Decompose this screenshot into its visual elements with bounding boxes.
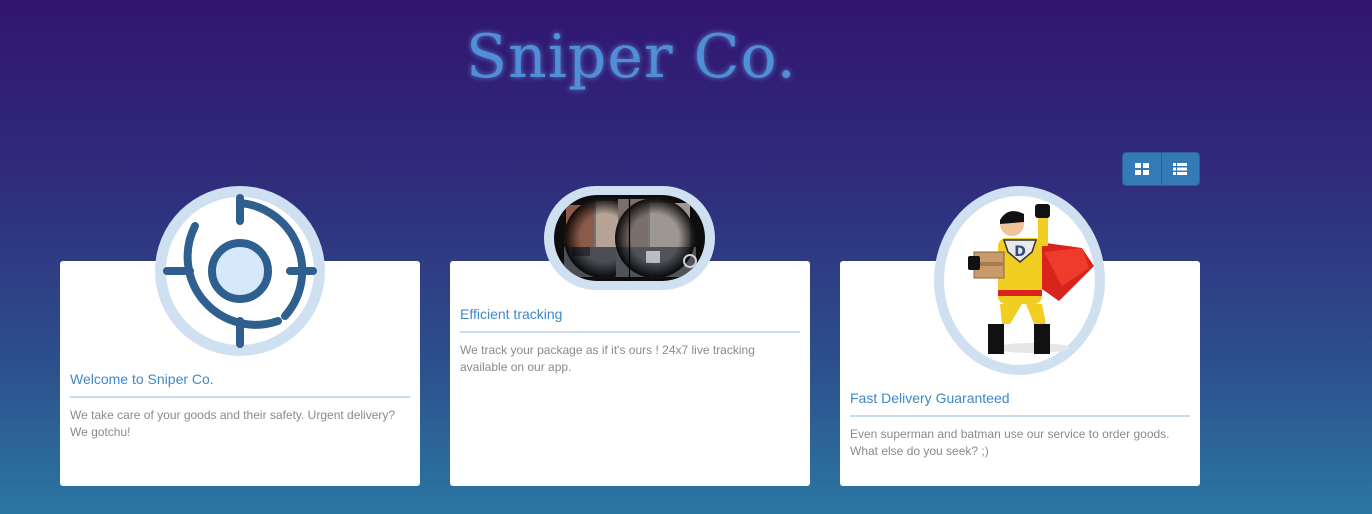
card-title: Fast Delivery Guaranteed xyxy=(850,390,1190,417)
card-tracking: Efficient tracking We track your package… xyxy=(450,261,810,486)
grid-icon xyxy=(1134,163,1149,175)
grid-view-button[interactable] xyxy=(1123,153,1161,185)
superhero-delivery-image: D xyxy=(944,196,1095,365)
card-text: Even superman and batman use our service… xyxy=(850,427,1170,458)
card-badge-tracking xyxy=(544,186,715,290)
page-title: Sniper Co. xyxy=(466,22,797,92)
svg-text:D: D xyxy=(1014,244,1026,260)
card-title: Welcome to Sniper Co. xyxy=(70,371,410,398)
card-badge-delivery: D xyxy=(934,186,1105,375)
list-view-button[interactable] xyxy=(1160,153,1199,185)
scope-view-image xyxy=(554,195,705,281)
crosshair-icon xyxy=(163,194,317,348)
card-badge-welcome xyxy=(155,186,325,356)
list-icon xyxy=(1173,163,1188,175)
card-text: We track your package as if it's ours ! … xyxy=(460,343,755,374)
view-toggle xyxy=(1122,152,1200,186)
card-title: Efficient tracking xyxy=(460,306,800,333)
card-text: We take care of your goods and their saf… xyxy=(70,408,396,439)
